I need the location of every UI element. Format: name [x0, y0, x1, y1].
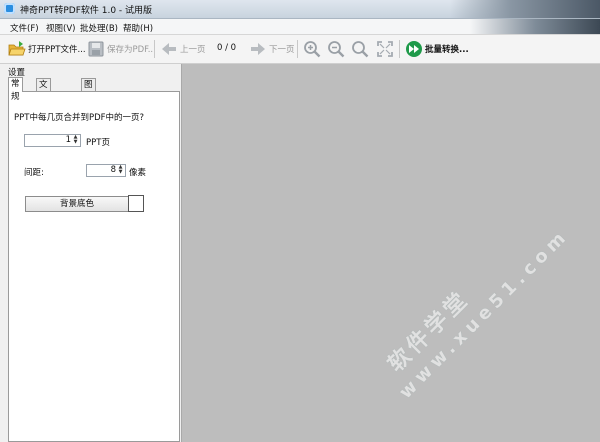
app-window: 神奇PPT转PDF软件 1.0 - 试用版 文件(F) 视图(V) 批处理(B)… [0, 0, 600, 442]
spinner-arrows-icon[interactable]: ▲ ▼ [117, 165, 124, 176]
spinner-arrows-icon[interactable]: ▲ ▼ [72, 135, 79, 146]
background-color-button[interactable]: 背景底色 [25, 196, 129, 212]
title-bar: 神奇PPT转PDF软件 1.0 - 试用版 [0, 0, 600, 19]
fit-page-button[interactable] [376, 38, 394, 60]
zoom-in-button[interactable] [303, 38, 321, 60]
spacing-spinner[interactable]: 8 ▲ ▼ [86, 164, 126, 177]
tab-text-watermark[interactable]: 文字水印 [36, 78, 51, 129]
zoom-in-icon [303, 40, 321, 58]
fast-forward-icon [405, 40, 423, 58]
merge-pages-label: PPT中每几页合并到PDF中的一页? [14, 113, 145, 123]
batch-convert-label: 批量转换... [425, 45, 469, 55]
save-pdf-label: 保存为PDF... [107, 45, 156, 55]
spacing-value: 8 [110, 165, 116, 175]
arrow-right-icon [249, 40, 267, 58]
desktop-background-strip [450, 0, 600, 18]
toolbar-separator-3 [399, 40, 400, 58]
preview-area[interactable]: 软件学堂 www.xue51.com [182, 64, 600, 442]
fullscreen-icon [376, 40, 394, 58]
next-page-label: 下一页 [269, 45, 295, 55]
toolbar: 打开PPT文件... 保存为PDF... 上一页 下一页 批量转换... [0, 35, 600, 64]
tab-image-watermark[interactable]: 图片水印 [81, 78, 96, 129]
pages-per-sheet-spinner[interactable]: 1 ▲ ▼ [24, 134, 81, 147]
arrow-left-icon [160, 40, 178, 58]
actual-size-button[interactable] [351, 38, 369, 60]
page-indicator: 0 / 0 [217, 43, 237, 53]
spacing-label: 间距: [24, 168, 44, 178]
toolbar-separator-2 [297, 40, 298, 58]
desktop-background-strip-2 [470, 19, 600, 34]
zoom-out-icon [327, 40, 345, 58]
menu-help[interactable]: 帮助(H) [123, 22, 153, 34]
save-disk-icon [87, 40, 105, 58]
menu-view[interactable]: 视图(V) [46, 22, 75, 34]
open-ppt-label: 打开PPT文件... [28, 45, 86, 55]
tab-general[interactable]: 常规 [8, 77, 23, 102]
pages-unit-label: PPT页 [86, 138, 110, 148]
background-color-swatch[interactable] [128, 195, 144, 212]
window-title: 神奇PPT转PDF软件 1.0 - 试用版 [20, 6, 153, 16]
toolbar-separator [154, 40, 155, 58]
menu-file[interactable]: 文件(F) [10, 22, 39, 34]
prev-page-button[interactable]: 上一页 [160, 38, 206, 60]
menu-bar: 文件(F) 视图(V) 批处理(B) 帮助(H) [0, 19, 600, 35]
open-ppt-button[interactable]: 打开PPT文件... [8, 38, 86, 60]
app-icon [4, 3, 15, 14]
magnifier-icon [351, 40, 369, 58]
spacing-unit-label: 像素 [129, 168, 147, 178]
pages-per-sheet-value: 1 [65, 135, 71, 145]
prev-page-label: 上一页 [180, 45, 206, 55]
save-pdf-button[interactable]: 保存为PDF... [87, 38, 156, 60]
menu-batch[interactable]: 批处理(B) [80, 22, 118, 34]
zoom-out-button[interactable] [327, 38, 345, 60]
folder-open-icon [8, 40, 26, 58]
batch-convert-button[interactable]: 批量转换... [405, 38, 469, 60]
next-page-button[interactable]: 下一页 [249, 38, 295, 60]
